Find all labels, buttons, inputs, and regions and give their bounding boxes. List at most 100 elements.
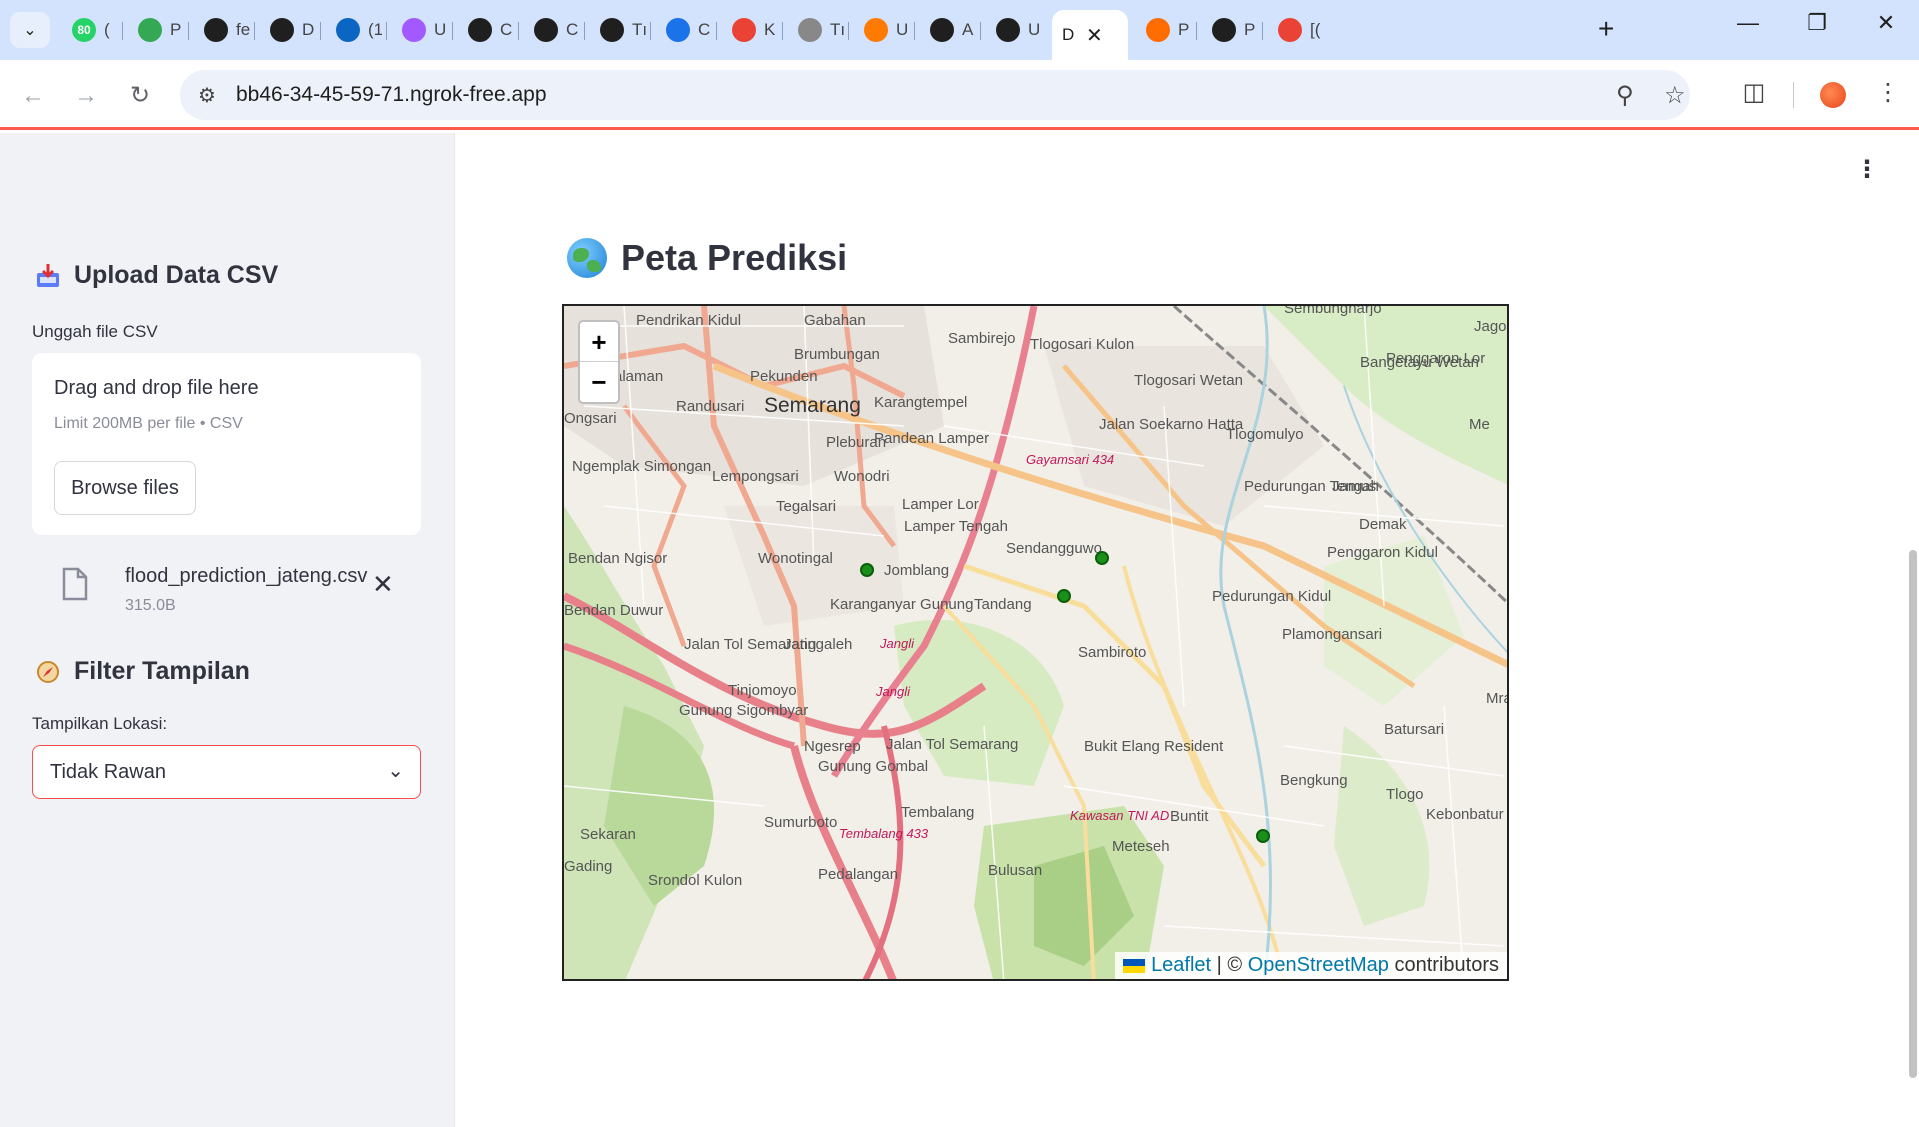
file-icon bbox=[62, 567, 88, 601]
forward-button[interactable]: → bbox=[68, 78, 104, 114]
browser-tab[interactable]: C bbox=[524, 12, 580, 48]
map-place-label: Lempongsari bbox=[712, 468, 799, 485]
github-icon bbox=[204, 18, 228, 42]
browser-tab[interactable]: D bbox=[260, 12, 316, 48]
browser-tab[interactable]: U bbox=[854, 12, 910, 48]
back-button[interactable]: ← bbox=[15, 78, 51, 114]
browser-tab[interactable]: Tı bbox=[590, 12, 646, 48]
browse-files-button[interactable]: Browse files bbox=[54, 461, 196, 515]
dropzone-subtitle: Limit 200MB per file • CSV bbox=[54, 415, 243, 432]
attribution-separator: | © bbox=[1211, 954, 1248, 976]
tab-separator bbox=[584, 22, 585, 40]
filter-heading-text: Filter Tampilan bbox=[74, 657, 250, 685]
location-filter-select[interactable]: Tidak Rawan ⌄ bbox=[32, 745, 421, 799]
location-marker[interactable] bbox=[1057, 589, 1071, 603]
hexagon-icon bbox=[270, 18, 294, 42]
minimize-button[interactable]: — bbox=[1728, 10, 1768, 36]
leaflet-link[interactable]: Leaflet bbox=[1151, 954, 1211, 976]
browser-tab[interactable]: D ✕ bbox=[1052, 10, 1128, 60]
browser-tab[interactable]: P bbox=[128, 12, 184, 48]
close-window-button[interactable]: ✕ bbox=[1866, 10, 1906, 36]
extensions-icon[interactable]: ◫ bbox=[1736, 78, 1772, 107]
tab-separator bbox=[980, 22, 981, 40]
map-place-label: Penggaron Lor bbox=[1386, 350, 1486, 367]
github-icon bbox=[930, 18, 954, 42]
browser-tab[interactable]: U bbox=[392, 12, 448, 48]
map-place-label: Pedurungan Kidul bbox=[1212, 588, 1332, 605]
url-text[interactable]: bb46-34-45-59-71.ngrok-free.app bbox=[236, 83, 547, 107]
leaf-icon bbox=[534, 18, 558, 42]
browser-menu-icon[interactable]: ⋮ bbox=[1870, 78, 1906, 107]
tab-separator bbox=[650, 22, 651, 40]
site-info-icon[interactable]: ⚙ bbox=[198, 83, 216, 108]
browser-tab[interactable]: C bbox=[458, 12, 514, 48]
tab-separator bbox=[386, 22, 387, 40]
new-tab-button[interactable]: + bbox=[1598, 14, 1614, 44]
zoom-icon[interactable]: ⚲ bbox=[1616, 81, 1634, 110]
gmail-icon bbox=[732, 18, 756, 42]
location-marker[interactable] bbox=[1256, 829, 1270, 843]
figma-icon bbox=[402, 18, 426, 42]
leaf-icon bbox=[600, 18, 624, 42]
tab-separator bbox=[254, 22, 255, 40]
restore-button[interactable]: ❐ bbox=[1797, 10, 1837, 36]
browser-tab[interactable]: P bbox=[1202, 12, 1258, 48]
browser-tab[interactable]: C bbox=[656, 12, 712, 48]
browser-tab[interactable]: K bbox=[722, 12, 778, 48]
map-place-label: Wonotingal bbox=[758, 550, 833, 567]
bookmark-star-icon[interactable]: ☆ bbox=[1664, 81, 1686, 110]
compass-icon bbox=[34, 658, 62, 686]
map-place-label: Sumurboto bbox=[764, 814, 838, 831]
map-place-label: Demak bbox=[1359, 516, 1407, 533]
ukraine-flag-icon bbox=[1123, 958, 1146, 973]
map-place-label: Bukit Elang Resident bbox=[1084, 738, 1224, 755]
remove-file-icon[interactable]: ✕ bbox=[372, 569, 394, 600]
address-bar[interactable]: ⚙ bb46-34-45-59-71.ngrok-free.app ⚲ ☆ bbox=[180, 70, 1690, 120]
zoom-out-button[interactable]: − bbox=[580, 362, 618, 402]
close-tab-icon[interactable]: ✕ bbox=[1086, 23, 1103, 48]
browser-tab[interactable]: fe bbox=[194, 12, 250, 48]
browser-tab[interactable]: 80 ( bbox=[62, 12, 118, 48]
zoom-in-button[interactable]: + bbox=[580, 322, 618, 362]
tab-search-button[interactable]: ⌄ bbox=[10, 12, 50, 48]
tab-separator bbox=[782, 22, 783, 40]
openstreetmap-link[interactable]: OpenStreetMap bbox=[1248, 954, 1389, 976]
tab-title: C bbox=[566, 20, 579, 39]
browser-tab[interactable]: A bbox=[920, 12, 976, 48]
browser-tab[interactable]: (1 bbox=[326, 12, 382, 48]
profile-avatar-icon[interactable] bbox=[1820, 82, 1846, 108]
location-marker[interactable] bbox=[1095, 551, 1109, 565]
filter-label: Tampilkan Lokasi: bbox=[32, 714, 168, 733]
tab-title: P bbox=[1178, 20, 1190, 39]
tab-separator bbox=[1262, 22, 1263, 40]
browser-tab[interactable]: P bbox=[1136, 12, 1192, 48]
browser-tab[interactable]: U bbox=[986, 12, 1042, 48]
whatsapp-icon: 80 bbox=[72, 18, 96, 42]
map-place-label: Penggaron Kidul bbox=[1327, 544, 1438, 561]
map-place-label: Mra bbox=[1486, 690, 1507, 707]
attribution-tail: contributors bbox=[1388, 954, 1499, 976]
map-place-label: Buntit bbox=[1170, 808, 1209, 825]
tab-title: U bbox=[1028, 20, 1041, 39]
map-place-label: Gunung Sigombyar bbox=[679, 702, 809, 719]
map-attribution: Leaflet | © OpenStreetMap contributors bbox=[1115, 952, 1507, 979]
location-marker[interactable] bbox=[860, 563, 874, 577]
browser-tab[interactable]: [( bbox=[1268, 12, 1324, 48]
prediction-map[interactable]: Pendrikan Kidul Gabahan Sambirejo Tlogosari… bbox=[562, 304, 1509, 981]
tab-title: ( bbox=[104, 20, 110, 39]
dropzone-title: Drag and drop file here bbox=[54, 377, 259, 399]
map-place-label: Kebonbatur bbox=[1426, 806, 1504, 823]
tab-separator bbox=[518, 22, 519, 40]
browser-tab[interactable]: Tı bbox=[788, 12, 844, 48]
page-title-text: Peta Prediksi bbox=[621, 237, 848, 278]
map-place-label: Bengkung bbox=[1280, 772, 1348, 789]
page-scrollbar[interactable] bbox=[1909, 550, 1917, 1078]
file-dropzone[interactable]: Drag and drop file here Limit 200MB per … bbox=[32, 353, 421, 535]
map-place-label: Gunung Gombal bbox=[818, 758, 929, 775]
app-menu-icon[interactable]: ⋮ bbox=[1855, 158, 1879, 182]
sidebar: Upload Data CSV Unggah file CSV Drag and… bbox=[0, 133, 455, 1127]
tab-separator bbox=[320, 22, 321, 40]
map-place-label: Pedalangan bbox=[818, 866, 899, 883]
linkedin-icon bbox=[336, 18, 360, 42]
reload-button[interactable]: ↻ bbox=[122, 78, 158, 114]
